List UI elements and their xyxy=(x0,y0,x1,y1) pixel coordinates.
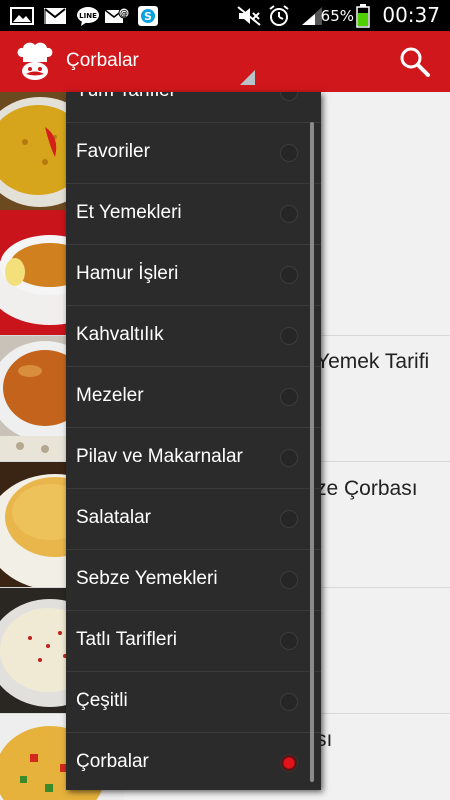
radio-button[interactable] xyxy=(280,510,298,528)
scrollbar[interactable] xyxy=(310,122,314,782)
chef-logo-icon[interactable] xyxy=(14,41,56,81)
dropdown-item-pilav-ve-makarnalar[interactable]: Pilav ve Makarnalar xyxy=(66,428,321,489)
radio-button[interactable] xyxy=(280,571,298,589)
dropdown-item-corbalar[interactable]: Çorbalar xyxy=(66,733,321,790)
radio-button[interactable] xyxy=(280,266,298,284)
radio-button[interactable] xyxy=(280,327,298,345)
dropdown-item-label: Tüm Tarifler xyxy=(76,92,176,102)
svg-text:@: @ xyxy=(120,9,128,18)
radio-button[interactable] xyxy=(280,144,298,162)
category-dropdown[interactable]: Tüm Tarifler Favoriler Et Yemekleri Hamu… xyxy=(66,92,321,790)
search-icon[interactable] xyxy=(398,45,432,79)
dropdown-item-tum-tarifler[interactable]: Tüm Tarifler xyxy=(66,92,321,123)
battery-icon xyxy=(356,4,370,28)
mute-icon xyxy=(237,6,261,26)
email-icon: @ xyxy=(104,7,130,23)
status-bar: LINE @ S 65% 00:37 xyxy=(0,0,450,31)
dropdown-item-et-yemekleri[interactable]: Et Yemekleri xyxy=(66,184,321,245)
line-icon: LINE xyxy=(77,7,99,26)
page-title[interactable]: Çorbalar xyxy=(66,50,139,72)
list-item-title: ze Çorbası xyxy=(316,477,418,500)
dropdown-item-label: Salatalar xyxy=(76,507,151,528)
radio-button[interactable] xyxy=(280,632,298,650)
radio-button[interactable] xyxy=(280,92,298,101)
spinner-indicator-icon[interactable] xyxy=(240,70,255,85)
dropdown-item-cesitli[interactable]: Çeşitli xyxy=(66,672,321,733)
svg-text:S: S xyxy=(144,10,152,23)
radio-button[interactable] xyxy=(280,388,298,406)
dropdown-item-sebze-yemekleri[interactable]: Sebze Yemekleri xyxy=(66,550,321,611)
radio-button[interactable] xyxy=(280,693,298,711)
dropdown-item-hamur-isleri[interactable]: Hamur İşleri xyxy=(66,245,321,306)
battery-percent: 65% xyxy=(320,7,354,25)
image-icon xyxy=(10,7,34,25)
radio-button-selected[interactable] xyxy=(280,754,298,772)
dropdown-item-tatli-tarifleri[interactable]: Tatlı Tarifleri xyxy=(66,611,321,672)
dropdown-item-label: Pilav ve Makarnalar xyxy=(76,446,243,467)
dropdown-item-favoriler[interactable]: Favoriler xyxy=(66,123,321,184)
svg-text:LINE: LINE xyxy=(79,12,97,20)
alarm-icon xyxy=(269,5,289,26)
clock-time: 00:37 xyxy=(382,3,440,27)
list-item-title: Yemek Tarifi xyxy=(316,350,430,373)
dropdown-item-label: Çorbalar xyxy=(76,751,149,772)
dropdown-item-label: Favoriler xyxy=(76,141,150,162)
dropdown-item-salatalar[interactable]: Salatalar xyxy=(66,489,321,550)
dropdown-item-label: Hamur İşleri xyxy=(76,263,179,284)
action-bar: Çorbalar xyxy=(0,31,450,92)
dropdown-item-label: Sebze Yemekleri xyxy=(76,568,218,589)
dropdown-item-label: Tatlı Tarifleri xyxy=(76,629,178,650)
gmail-icon xyxy=(44,8,66,24)
dropdown-item-label: Mezeler xyxy=(76,385,144,406)
dropdown-item-kahvaltilik[interactable]: Kahvaltılık xyxy=(66,306,321,367)
dropdown-item-label: Çeşitli xyxy=(76,690,128,711)
dropdown-item-mezeler[interactable]: Mezeler xyxy=(66,367,321,428)
screen: LINE @ S 65% 00:37 Çorbalar Yemek Tarifi… xyxy=(0,0,450,800)
radio-button[interactable] xyxy=(280,205,298,223)
dropdown-item-label: Kahvaltılık xyxy=(76,324,164,345)
dropdown-item-label: Et Yemekleri xyxy=(76,202,182,223)
skype-icon: S xyxy=(138,6,158,26)
radio-button[interactable] xyxy=(280,449,298,467)
